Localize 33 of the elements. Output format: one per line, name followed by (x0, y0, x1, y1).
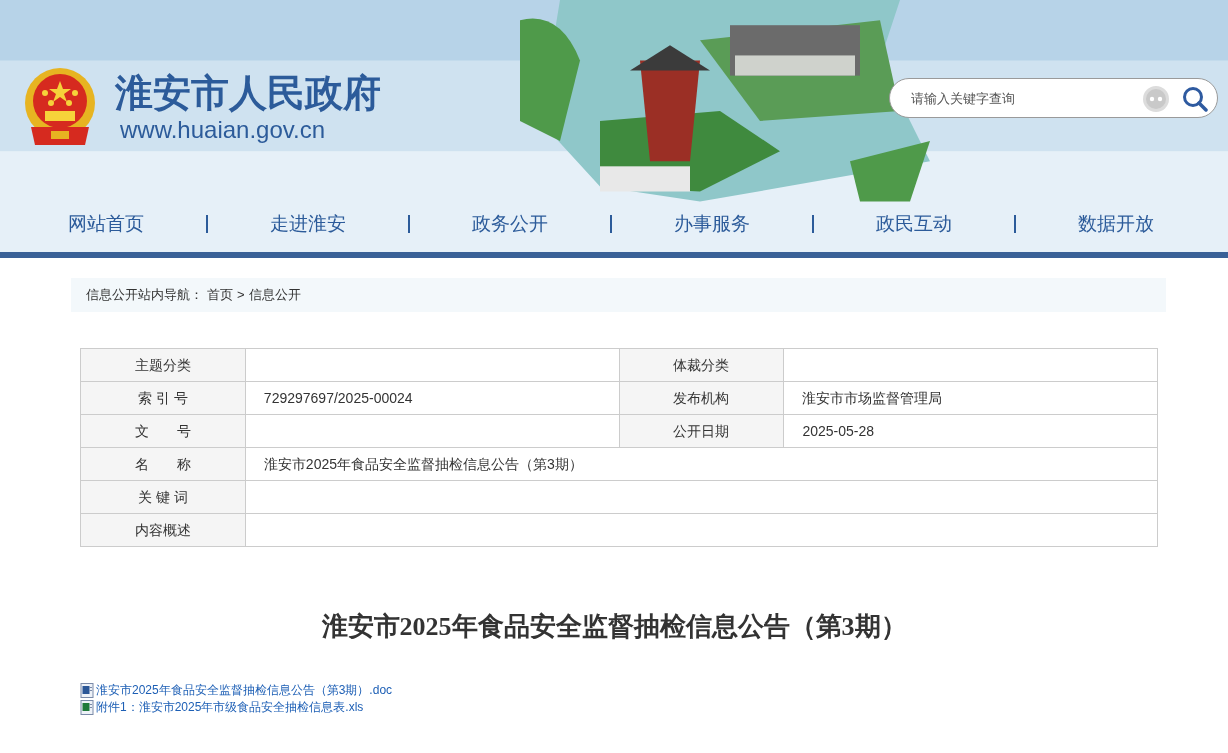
field-value: 2025-05-28 (783, 414, 1158, 448)
field-label: 发布机构 (619, 381, 784, 415)
breadcrumb-link[interactable]: 信息公开 (248, 285, 301, 305)
nav-link[interactable]: 办事服务 (612, 209, 812, 239)
breadcrumb-separator: > (237, 286, 245, 305)
nav-link[interactable]: 网站首页 (6, 209, 206, 239)
nav-link[interactable]: 政务公开 (410, 209, 610, 239)
breadcrumb-label: 信息公开站内导航： (86, 286, 203, 305)
search-field[interactable]: 请输入关键字查询 (889, 78, 1218, 118)
field-value: 淮安市2025年食品安全监督抽检信息公告（第3期） (245, 447, 1158, 481)
nav-link[interactable]: 走进淮安 (208, 209, 408, 239)
field-value: 淮安市市场监督管理局 (783, 381, 1158, 415)
spreadsheet-file-icon (80, 699, 94, 715)
nav-link[interactable]: 政民互动 (814, 209, 1014, 239)
breadcrumb-link[interactable]: 首页 (207, 285, 233, 305)
article-title: 淮安市2025年食品安全监督抽检信息公告（第3期） (320, 611, 908, 643)
field-label: 主题分类 (80, 348, 246, 382)
site-url: www.huaian.gov.cn (120, 116, 326, 144)
document-file-icon (80, 682, 94, 698)
attachment-link[interactable]: 淮安市2025年食品安全监督抽检信息公告（第3期）.doc (96, 682, 393, 698)
field-value: 729297697/2025-00024 (245, 381, 620, 415)
search-icon[interactable] (1182, 86, 1208, 112)
field-label: 内容概述 (80, 513, 246, 547)
field-label: 索 引 号 (80, 381, 246, 415)
field-label: 文 号 (80, 414, 246, 448)
field-label: 体裁分类 (619, 348, 784, 382)
attachment-link[interactable]: 附件1：淮安市2025年市级食品安全抽检信息表.xls (96, 699, 364, 715)
site-title: 淮安市人民政府 (115, 70, 381, 116)
field-label: 公开日期 (619, 414, 784, 448)
field-label: 名 称 (80, 447, 246, 481)
field-label: 关 键 词 (80, 480, 246, 514)
emblem-icon (23, 67, 97, 147)
nav-link[interactable]: 数据开放 (1016, 209, 1216, 239)
